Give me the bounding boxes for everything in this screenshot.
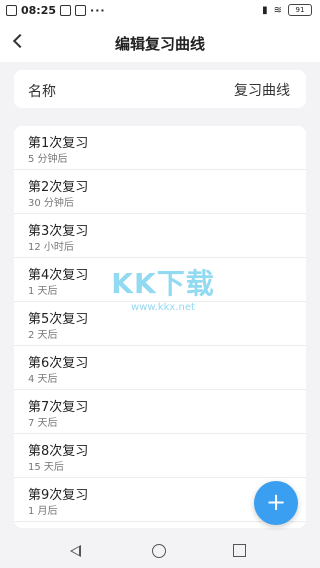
review-title: 第6次复习: [28, 356, 89, 371]
name-label: 名称: [28, 84, 56, 100]
add-review-button[interactable]: +: [254, 481, 298, 525]
review-title: 第3次复习: [28, 224, 89, 239]
review-title: 第1次复习: [28, 136, 89, 151]
name-value: 复习曲线: [234, 83, 290, 99]
review-item[interactable]: 第3次复习 12 小时后: [14, 214, 306, 258]
more-notifications-icon: ···: [90, 4, 106, 17]
review-interval: 12 小时后: [28, 242, 74, 253]
header: 编辑复习曲线: [0, 22, 320, 62]
review-interval: 1 月后: [28, 506, 58, 517]
review-interval: 2 天后: [28, 330, 58, 341]
review-item[interactable]: 第5次复习 2 天后: [14, 302, 306, 346]
review-title: 第5次复习: [28, 312, 89, 327]
plus-icon: +: [265, 488, 287, 516]
name-row[interactable]: 名称 复习曲线: [14, 70, 306, 108]
nav-home-icon[interactable]: [152, 544, 166, 558]
page-title: 编辑复习曲线: [114, 35, 205, 53]
review-interval: 1 天后: [28, 286, 58, 297]
review-item[interactable]: 第1次复习 5 分钟后: [14, 126, 306, 170]
battery-icon: 91: [288, 4, 312, 16]
review-interval: 4 天后: [28, 374, 58, 385]
review-title: 第8次复习: [28, 444, 89, 459]
nav-back-icon[interactable]: [70, 545, 81, 557]
review-title: 第2次复习: [28, 180, 89, 195]
review-item[interactable]: 第7次复习 7 天后: [14, 390, 306, 434]
status-time: 08:25: [21, 4, 57, 17]
review-interval: 5 分钟后: [28, 154, 68, 165]
navigation-bar: [0, 534, 320, 568]
review-interval: 30 分钟后: [28, 198, 74, 209]
mail-icon: [75, 5, 87, 16]
app-notification-icon: [6, 5, 17, 16]
signal-icon: ▮: [262, 4, 268, 16]
nav-recent-apps-icon[interactable]: [233, 544, 246, 557]
status-bar: 08:25 ··· ▮ ≋ 91: [0, 0, 320, 22]
review-title: 第7次复习: [28, 400, 89, 415]
review-item[interactable]: 第4次复习 1 天后: [14, 258, 306, 302]
review-list: 第1次复习 5 分钟后 第2次复习 30 分钟后 第3次复习 12 小时后 第4…: [14, 126, 306, 528]
review-item[interactable]: 第8次复习 15 天后: [14, 434, 306, 478]
review-title: 第4次复习: [28, 268, 89, 283]
review-interval: 15 天后: [28, 462, 64, 473]
review-interval: 7 天后: [28, 418, 58, 429]
notification-icon: [60, 5, 72, 16]
review-item[interactable]: 第2次复习 30 分钟后: [14, 170, 306, 214]
review-item[interactable]: 第6次复习 4 天后: [14, 346, 306, 390]
wifi-icon: ≋: [273, 4, 282, 16]
review-title: 第9次复习: [28, 488, 89, 503]
